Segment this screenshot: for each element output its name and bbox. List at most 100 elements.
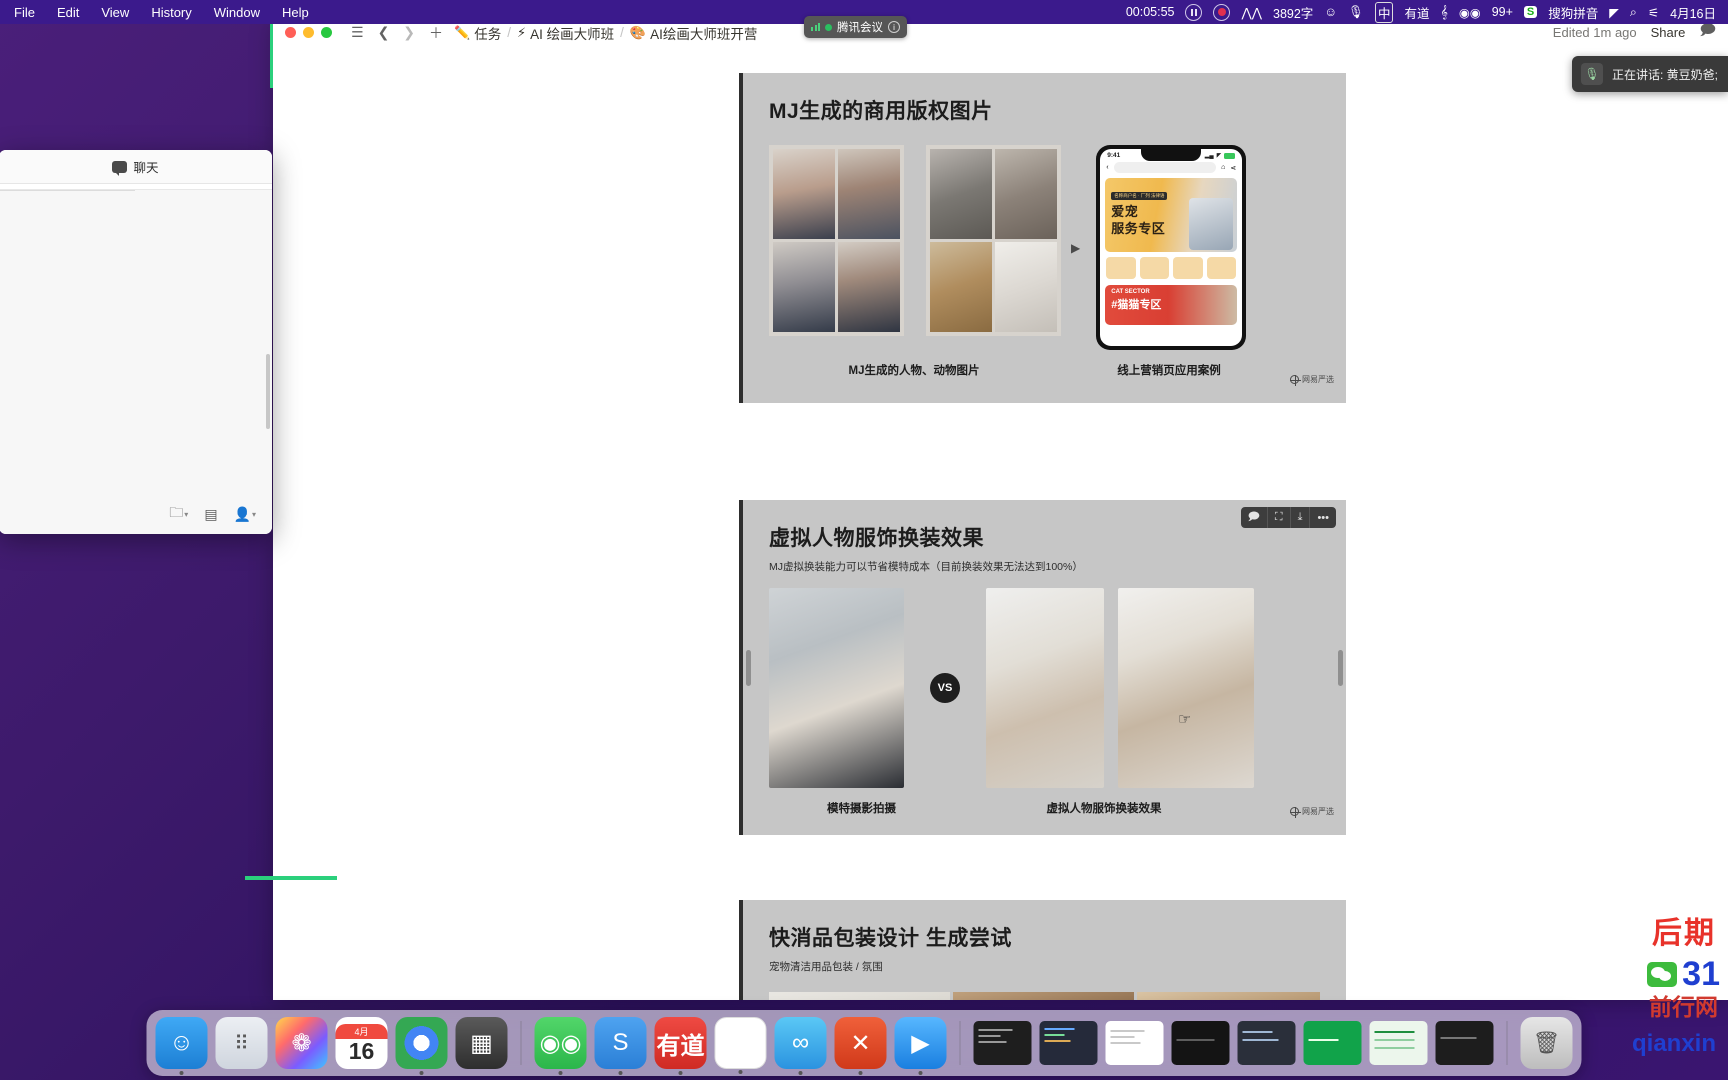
search-icon[interactable]: ⌕ <box>1630 5 1637 20</box>
dog-photo <box>995 242 1057 332</box>
cloud-sync-icon[interactable]: ⋀⋀ <box>1241 5 1262 20</box>
breadcrumb-emoji-1: ⚡ <box>516 24 527 40</box>
dock-item-xmind[interactable]: ✕ <box>834 1017 887 1075</box>
people-image-grid <box>769 145 904 336</box>
slide-1-images: ▶ 9:41 ▂▄ ◤ ‹ ⌂ ⋖ 名称商户名 · 厂列 法律语 爱宠 服务专区… <box>769 145 1320 350</box>
microphone-icon[interactable]: 🎙 <box>1580 63 1603 85</box>
netease-yanxuan-mark <box>1290 807 1301 818</box>
menu-item-edit[interactable]: Edit <box>57 5 79 20</box>
netease-yanxuan-mark <box>1290 375 1301 386</box>
sogou-label[interactable]: 搜狗拼音 <box>1548 3 1598 22</box>
plus-icon[interactable]: ＋ <box>426 23 446 43</box>
menu-item-file[interactable]: File <box>14 5 35 20</box>
youdao-icon[interactable]: 有道 <box>1404 3 1429 22</box>
pause-recording-icon[interactable] <box>1185 3 1203 21</box>
menu-item-history[interactable]: History <box>151 5 191 20</box>
comment-icon[interactable]: 🗩 <box>1241 507 1268 528</box>
wechat-window[interactable]: 聊天 🗀 ▾ ▤ 👤 ▾ <box>0 150 272 534</box>
dock-window-preview-misc[interactable] <box>1435 1021 1494 1065</box>
phone-time: 9:41 <box>1107 152 1121 159</box>
control-center-icon[interactable]: ⚟ <box>1648 5 1659 20</box>
breadcrumb-item-2[interactable]: AI绘画大师班开营 <box>650 23 757 43</box>
wechat-tray-icon[interactable]: ◉◉ <box>1459 5 1481 20</box>
dock-window-preview-panel[interactable] <box>1237 1021 1296 1065</box>
wifi-icon[interactable]: ◤ <box>1609 5 1619 20</box>
slide-1-captions: MJ生成的人物、动物图片 线上营销页应用案例 <box>769 362 1320 378</box>
phone-mockup: 9:41 ▂▄ ◤ ‹ ⌂ ⋖ 名称商户名 · 厂列 法律语 爱宠 服务专区 C… <box>1096 145 1247 350</box>
person-icon[interactable]: 👤 ▾ <box>234 506 256 523</box>
chevron-right-icon[interactable]: ❯ <box>400 24 418 41</box>
dock-item-wechat[interactable]: ◉◉ <box>534 1017 587 1075</box>
hamburger-icon[interactable]: ☰ <box>348 24 367 41</box>
chat-bubble-icon <box>112 160 128 176</box>
contact-card-icon[interactable]: ▤ <box>204 506 217 523</box>
slide-1-caption-left: MJ生成的人物、动物图片 <box>848 365 980 377</box>
wechat-scrollbar[interactable] <box>266 354 270 429</box>
slide-image-block-3[interactable]: 快消品包装设计 生成尝试 宠物清洁用品包装 / 氛围 <box>739 900 1346 1000</box>
share-button[interactable]: Share <box>1651 25 1686 40</box>
macos-dock[interactable]: ☺ ⠿ ❁ 4月 16 ▦ ◉◉ S 有道 N ∞ ✕ ▶ 🗑 <box>146 1010 1582 1076</box>
info-icon[interactable]: i <box>888 21 900 33</box>
menu-item-window[interactable]: Window <box>214 5 260 20</box>
dock-item-feishu[interactable]: ∞ <box>774 1017 827 1075</box>
menu-item-view[interactable]: View <box>101 5 129 20</box>
menu-item-help[interactable]: Help <box>282 5 309 20</box>
menu-bar-date[interactable]: 4月16日 <box>1670 3 1716 22</box>
input-method-chinese-icon[interactable]: 中 <box>1374 1 1394 23</box>
menu-bar-status-items: 00:05:55 ⋀⋀ 3892字 ☺ 🎙 中 有道 𝄞 ◉◉ 99+ S 搜狗… <box>1126 1 1720 23</box>
dock-item-youdao[interactable]: 有道 <box>654 1017 707 1075</box>
tencent-meeting-pill[interactable]: 腾讯会议 i <box>804 16 907 38</box>
dock-window-preview-terminal[interactable] <box>973 1021 1032 1065</box>
phone-notch <box>1141 149 1202 161</box>
sogou-icon[interactable]: S <box>1523 6 1538 18</box>
dock-item-launchpad[interactable]: ⠿ <box>215 1017 268 1069</box>
stop-recording-icon[interactable] <box>1213 3 1231 21</box>
microphone-icon[interactable]: 🎙 <box>1348 5 1364 20</box>
smiley-icon[interactable]: ☺ <box>1324 5 1337 19</box>
minimize-window-button[interactable] <box>303 27 314 38</box>
slide-image-block-2[interactable]: ＋ ⠿ 🗩 ⛶ ⤓ ••• 虚拟人物服饰换装效果 MJ虚拟换装能力可以节省模特成… <box>739 500 1346 835</box>
folder-icon[interactable]: 🗀 ▾ <box>169 502 188 526</box>
dock-item-notion[interactable]: N <box>714 1017 767 1074</box>
person-photo <box>773 242 835 332</box>
slide-image-block-1[interactable]: MJ生成的商用版权图片 ▶ 9:41 ▂▄ ◤ ‹ ⌂ ⋖ 名称商户名 · 厂列… <box>739 73 1346 403</box>
dock-item-mail[interactable]: ▶ <box>894 1017 947 1075</box>
dock-window-preview-spreadsheet[interactable] <box>1369 1021 1428 1065</box>
chevron-left-icon[interactable]: ❮ <box>375 24 393 41</box>
model-photo-generated-2 <box>1118 588 1254 788</box>
notion-window[interactable]: ☰ ❮ ❯ ＋ ✏️ 任务 / ⚡ AI 绘画大师班 / 🎨 AI绘画大师班开营… <box>273 20 1728 1000</box>
speaking-toast[interactable]: 🎙 正在讲话: 黄豆奶爸; <box>1571 56 1728 92</box>
dock-window-preview-editor[interactable] <box>1039 1021 1098 1065</box>
breadcrumb-separator: / <box>620 25 624 40</box>
wechat-tab-chat[interactable]: 聊天 <box>133 157 158 176</box>
close-window-button[interactable] <box>285 27 296 38</box>
calendar-day-label: 16 <box>348 1037 375 1064</box>
word-count-label: 3892字 <box>1273 6 1314 21</box>
slide-1-title: MJ生成的商用版权图片 <box>769 100 993 123</box>
breadcrumb-item-1[interactable]: AI 绘画大师班 <box>530 23 614 43</box>
dock-item-calculator[interactable]: ▦ <box>455 1017 508 1069</box>
dock-item-sogou[interactable]: S <box>594 1017 647 1075</box>
breadcrumb-item-0[interactable]: 任务 <box>474 23 501 43</box>
person-photo <box>773 149 835 239</box>
download-icon[interactable]: ⤓ <box>1291 507 1311 528</box>
dock-item-trash[interactable]: 🗑 <box>1520 1017 1573 1069</box>
maximize-window-button[interactable] <box>321 27 332 38</box>
more-icon[interactable]: ••• <box>1310 507 1336 528</box>
dock-window-preview-wechat[interactable] <box>1303 1021 1362 1065</box>
phone-banner-small: CAT SECTOR <box>1111 289 1150 295</box>
phone-hero-banner: 名称商户名 · 厂列 法律语 爱宠 服务专区 <box>1105 178 1238 252</box>
phone-home-icon: ⌂ <box>1221 164 1226 171</box>
window-traffic-lights[interactable] <box>285 27 332 38</box>
image-block-toolbar[interactable]: 🗩 ⛶ ⤓ ••• <box>1240 507 1336 528</box>
dock-item-finder[interactable]: ☺ <box>155 1017 208 1075</box>
dock-item-calendar[interactable]: 4月 16 <box>335 1017 388 1069</box>
dock-item-photos[interactable]: ❁ <box>275 1017 328 1069</box>
dock-window-preview-document[interactable] <box>1105 1021 1164 1065</box>
dock-window-preview-video[interactable] <box>1171 1021 1230 1065</box>
flow-icon[interactable]: 𝄞 <box>1440 5 1447 20</box>
mouse-cursor: ☞ <box>1178 711 1192 728</box>
phone-service-chips <box>1100 252 1242 284</box>
fullscreen-icon[interactable]: ⛶ <box>1268 507 1291 528</box>
dock-item-chrome[interactable] <box>395 1017 448 1075</box>
